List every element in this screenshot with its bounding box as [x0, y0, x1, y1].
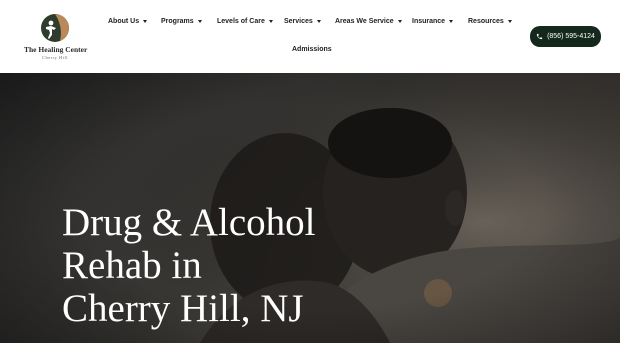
nav-resources-label: Resources [468, 18, 504, 25]
nav-programs-label: Programs [161, 18, 194, 25]
nav-levels-of-care-label: Levels of Care [217, 18, 265, 25]
nav-insurance-label: Insurance [412, 18, 446, 25]
chevron-down-icon [507, 20, 512, 23]
nav-insurance[interactable]: Insurance [412, 18, 454, 25]
logo-emblem-icon [41, 14, 69, 42]
hero-title: Drug & Alcohol Rehab in Cherry Hill, NJ [62, 201, 315, 330]
logo-title: The Healing Center [24, 45, 88, 54]
nav-about-us-label: About Us [108, 18, 140, 25]
nav-levels-of-care[interactable]: Levels of Care [217, 18, 273, 25]
hero-title-line: Cherry Hill, NJ [62, 287, 304, 330]
hero-title-line: Rehab in [62, 244, 202, 287]
nav-programs[interactable]: Programs [161, 18, 202, 25]
nav-resources[interactable]: Resources [468, 18, 512, 25]
nav-admissions-label: Admissions [292, 46, 332, 53]
nav-services-label: Services [284, 18, 313, 25]
phone-number: (856) 595-4124 [547, 33, 595, 40]
hero-title-line: Drug & Alcohol [62, 201, 316, 244]
chevron-down-icon [197, 20, 202, 23]
chevron-down-icon [268, 20, 273, 23]
nav-areas-we-service[interactable]: Areas We Service [335, 18, 402, 25]
chevron-down-icon [316, 20, 321, 23]
site-header: The Healing Center Cherry Hill About Us … [0, 0, 620, 73]
chevron-down-icon [143, 20, 148, 23]
nav-about-us[interactable]: About Us [108, 18, 148, 25]
chevron-down-icon [449, 20, 454, 23]
nav-areas-we-service-label: Areas We Service [335, 18, 394, 25]
hero-section: Drug & Alcohol Rehab in Cherry Hill, NJ [0, 73, 620, 343]
site-logo[interactable]: The Healing Center Cherry Hill [24, 12, 88, 62]
phone-button[interactable]: (856) 595-4124 [530, 26, 601, 47]
chevron-down-icon [397, 20, 402, 23]
logo-subtitle: Cherry Hill [41, 55, 69, 60]
phone-icon [536, 33, 543, 40]
nav-admissions[interactable]: Admissions [292, 46, 332, 53]
nav-services[interactable]: Services [284, 18, 321, 25]
